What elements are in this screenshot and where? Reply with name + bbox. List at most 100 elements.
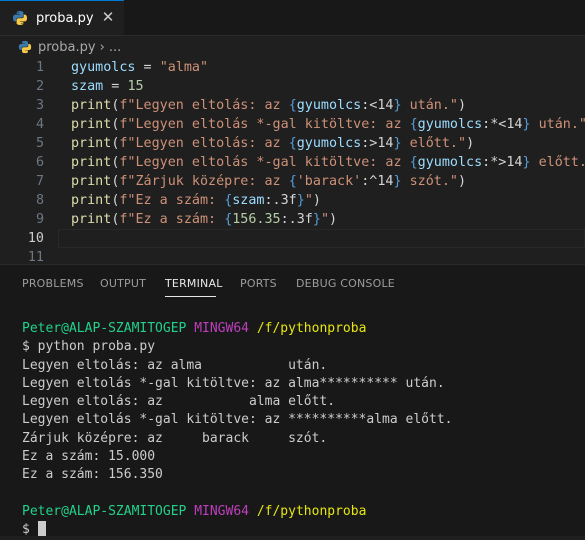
tab-output[interactable]: OUTPUT [100,277,146,290]
code-token: ) [466,136,475,151]
code-token: print [71,193,112,208]
breadcrumb-file[interactable]: proba.py [38,40,96,55]
code-token: { [409,117,418,132]
code-token: f"Legyen eltolás: az [119,98,289,113]
code-text: gyumolcs = "alma" [71,58,208,77]
code-line[interactable]: 2 szam = 15 [0,77,585,96]
output-line-7: Ez a szám: 156.350 [22,467,163,483]
code-token: } [393,98,402,113]
editor-tab-bar: proba.py ✕ [0,0,585,36]
code-token: { [288,98,297,113]
code-token: } [522,117,531,132]
code-token: :.3f [264,193,297,208]
tab-proba-py[interactable]: proba.py ✕ [0,0,124,35]
active-tab-indicator [165,296,216,297]
code-editor[interactable]: 1 gyumolcs = "alma" 2 szam = 15 3 print(f"Leg… [0,58,585,265]
code-token: :.3f [280,212,313,227]
code-text: print(f"Ez a szám: {szam:.3f}") [71,191,321,210]
code-token: 156.35 [232,212,281,227]
code-token: :<14 [361,98,394,113]
code-line[interactable]: 10 [0,229,585,248]
python-icon [13,11,27,25]
code-token: gyumolcs [417,117,483,132]
code-token: } [393,174,402,189]
code-text: print(f"Legyen eltolás: az {gyumolcs:<14… [71,96,466,115]
code-token: print [71,212,112,227]
tab-problems[interactable]: PROBLEMS [22,277,84,290]
code-token: ) [458,98,467,113]
terminal-command: $ python proba.py [22,339,156,355]
code-token: f"Ez a szám: [119,212,225,227]
code-token: szam [232,193,265,208]
output-line-4: Legyen eltolás *-gal kitöltve: az ******… [22,412,453,428]
code-text: print(f"Legyen eltolás *-gal kitöltve: a… [71,115,585,134]
code-token: f"Zárjuk középre: az [119,174,289,189]
code-line[interactable]: 5 print(f"Legyen eltolás: az {gyumolcs:>1… [0,134,585,153]
terminal-path: /f/pythonproba [256,321,367,336]
terminal-user: Peter@ALAP-SZAMITOGEP [22,503,187,519]
code-token: 'barack' [296,174,362,189]
line-number: 4 [35,117,44,132]
code-token: " [304,193,313,208]
code-line[interactable]: 8 print(f"Ez a szám: {szam:.3f}") [0,191,585,210]
code-text: print(f"Zárjuk középre: az {'barack':^14… [71,172,466,191]
code-token: } [296,193,305,208]
code-token: ) [458,174,467,189]
code-token: { [409,155,418,170]
close-icon[interactable]: ✕ [100,9,116,25]
line-number: 7 [35,174,44,189]
code-token: ) [312,193,321,208]
code-token: ) [329,212,338,227]
code-token: f"Legyen eltolás *-gal kitöltve: az [119,117,410,132]
prompt-line-2: Peter@ALAP-SZAMITOGEP MINGW64 /f/pythonp… [22,504,366,519]
terminal-output[interactable]: Peter@ALAP-SZAMITOGEP MINGW64 /f/pythonp… [22,320,452,540]
code-text: print(f"Legyen eltolás: az {gyumolcs:>14… [71,134,474,153]
code-token: :^14 [361,174,394,189]
code-token: szam [71,79,104,94]
code-token: print [71,174,112,189]
code-line[interactable]: 4 print(f"Legyen eltolás *-gal kitöltve: … [0,115,585,134]
code-token: print [71,155,112,170]
code-token: előtt." [401,136,467,151]
code-token: :*>14 [482,155,523,170]
tab-terminal[interactable]: TERMINAL [165,277,223,290]
output-line-2: Legyen eltolás *-gal kitöltve: az alma**… [22,375,445,391]
breadcrumb-separator[interactable]: › ... [100,40,122,55]
terminal-cursor [37,521,46,537]
code-token: szót." [401,174,458,189]
code-token: print [71,117,112,132]
breadcrumb: proba.py › ... [0,36,585,58]
python-icon [18,40,32,54]
code-token: gyumolcs [71,60,136,75]
line-number: 1 [35,60,44,75]
code-token: " [320,212,329,227]
line-number: 3 [35,98,44,113]
code-line[interactable]: 6 print(f"Legyen eltolás *-gal kitöltve: … [0,153,585,172]
output-line-5: Zárjuk középre: az barack szót. [22,430,328,446]
code-token: gyumolcs [296,136,362,151]
line-number: 10 [27,231,44,246]
code-token: :*<14 [482,117,523,132]
code-token: előtt." [538,155,585,170]
code-line[interactable]: 9 print(f"Ez a szám: {156.35:.3f}") [0,210,585,229]
line-number: 6 [35,155,44,170]
terminal-prompt: $ [22,522,38,538]
code-token: "alma" [159,60,209,75]
code-token: { [288,136,297,151]
output-line-6: Ez a szám: 15.000 [22,449,156,465]
code-token: után." [401,98,458,113]
panel-tabs: PROBLEMS OUTPUT TERMINAL PORTS DEBUG CON… [0,265,585,300]
code-token: :>14 [361,136,394,151]
line-number: 8 [35,193,44,208]
code-line[interactable]: 3 print(f"Legyen eltolás: az {gyumolcs:<1… [0,96,585,115]
code-token: = [135,60,160,75]
code-line[interactable]: 7 print(f"Zárjuk középre: az {'barack':^1… [0,172,585,191]
output-line-1: Legyen eltolás: az alma után. [22,357,328,373]
terminal-user: Peter@ALAP-SZAMITOGEP [22,321,187,336]
tab-debug-console[interactable]: DEBUG CONSOLE [296,277,395,290]
code-token: } [312,212,321,227]
tab-ports[interactable]: PORTS [240,277,277,290]
code-line[interactable]: 1 gyumolcs = "alma" [0,58,585,77]
terminal-path: /f/pythonproba [256,503,367,519]
code-token: } [522,155,531,170]
